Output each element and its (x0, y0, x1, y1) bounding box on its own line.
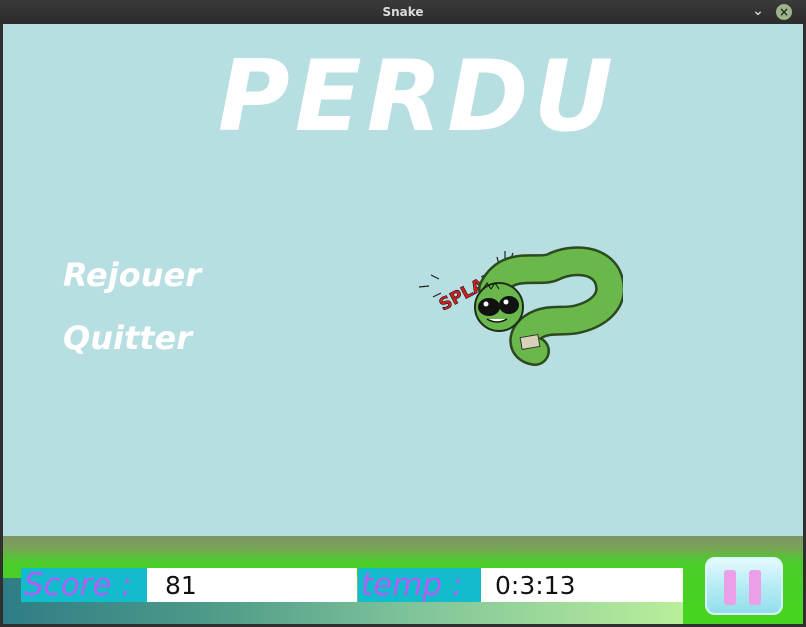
game-over-title: PERDU (217, 40, 619, 154)
minimize-icon[interactable]: ⌄ (750, 4, 766, 20)
quit-button[interactable]: Quitter (63, 319, 192, 357)
status-bar: Score : 81 temp : 0:3:13 (3, 536, 803, 624)
window-title: Snake (382, 5, 424, 19)
pause-icon (724, 570, 736, 605)
snake-squashed-illustration: SPLAFF! (418, 246, 623, 366)
time-label: temp : (358, 568, 481, 602)
game-area: PERDU Rejouer Quitter SPLAFF! (3, 24, 803, 536)
pause-icon-bar (749, 570, 761, 605)
replay-button[interactable]: Rejouer (63, 256, 201, 294)
close-icon[interactable]: × (776, 4, 792, 20)
pause-button[interactable] (705, 557, 783, 615)
score-value: 81 (147, 568, 357, 602)
score-label: Score : (21, 568, 147, 602)
window-titlebar: Snake ⌄ × (0, 0, 806, 24)
time-value: 0:3:13 (481, 568, 683, 602)
